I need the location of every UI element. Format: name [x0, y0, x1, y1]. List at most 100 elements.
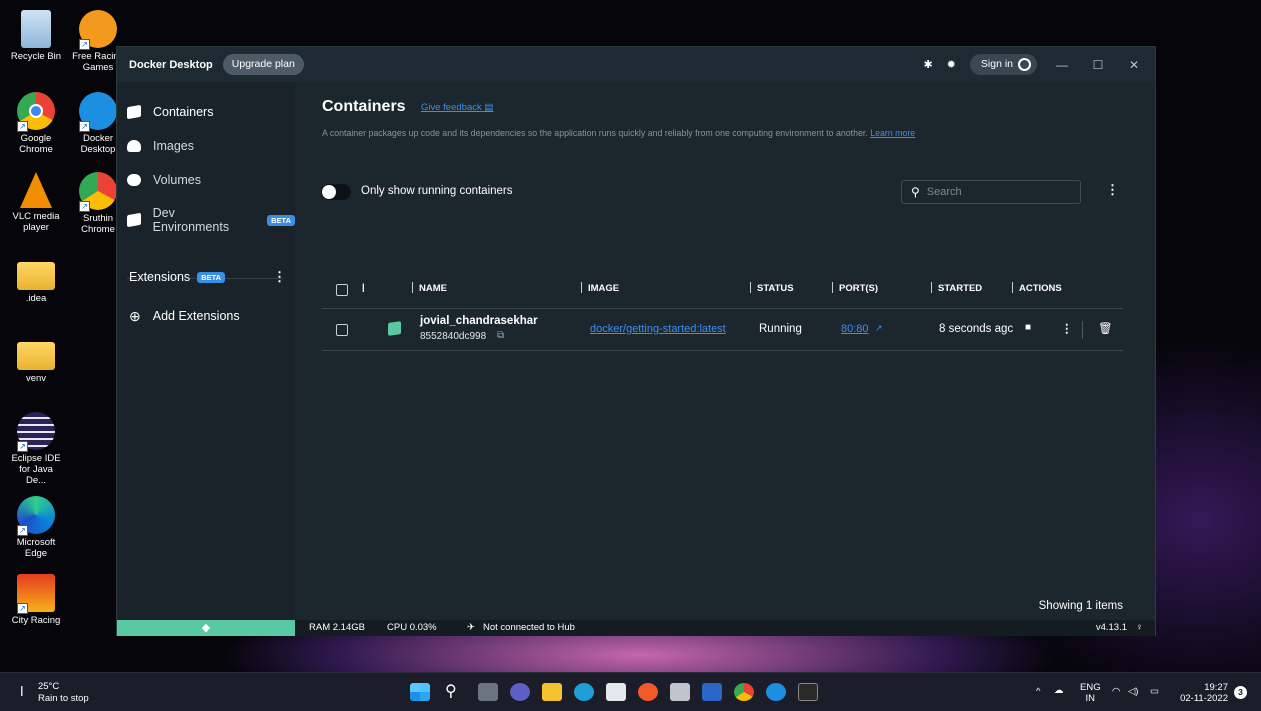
extensions-more-icon[interactable]: ⋮: [273, 269, 286, 285]
page-description: A container packages up code and its dep…: [322, 128, 915, 138]
trash-icon[interactable]: 🗑︎: [1098, 321, 1113, 335]
app-title: Docker Desktop: [129, 58, 213, 71]
running-only-toggle[interactable]: [321, 184, 351, 200]
amazon-icon[interactable]: [670, 683, 690, 701]
docker-whale-bar[interactable]: ◆: [117, 620, 295, 636]
desktop-icon-label: Eclipse IDE for Java De...: [11, 453, 61, 486]
task-view-icon[interactable]: [478, 683, 498, 701]
ram-usage: RAM 2.14GB: [309, 622, 365, 633]
sidebar-item-containers[interactable]: Containers: [127, 104, 214, 120]
plus-circle-icon: ⊕: [129, 308, 141, 324]
language-top: ENG: [1080, 682, 1101, 693]
desktop-icon-vlc[interactable]: VLC media player: [8, 172, 64, 233]
desktop-icon-google-chrome[interactable]: ↗ Google Chrome: [8, 92, 64, 155]
firefox-icon[interactable]: [638, 683, 658, 701]
edge-icon[interactable]: [574, 683, 594, 701]
gear-icon[interactable]: ✹: [947, 58, 956, 71]
start-button[interactable]: [410, 683, 430, 701]
sidebar-item-volumes[interactable]: Volumes: [127, 173, 201, 187]
close-button[interactable]: ✕: [1123, 58, 1145, 72]
container-port-link[interactable]: 80:80: [841, 323, 869, 335]
desktop-icon-recycle-bin[interactable]: Recycle Bin: [8, 10, 64, 62]
extensions-label: Extensions: [129, 270, 191, 284]
external-link-icon[interactable]: ↗: [875, 323, 883, 334]
upgrade-plan-button[interactable]: Upgrade plan: [222, 54, 304, 75]
status-bar: RAM 2.14GB CPU 0.03% ✈︎ Not connected to…: [295, 620, 1155, 636]
column-name[interactable]: NAME: [412, 282, 447, 294]
chevron-up-icon[interactable]: ^: [1036, 686, 1040, 697]
select-all-checkbox[interactable]: [336, 284, 348, 296]
desktop-icon-label: .idea: [25, 293, 47, 304]
sidebar-item-label: Dev Environments: [152, 206, 230, 234]
desktop-icon-label: Google Chrome: [19, 133, 53, 155]
learn-more-link[interactable]: Learn more: [870, 128, 915, 138]
column-ports[interactable]: PORT(S): [832, 282, 878, 294]
desktop-icon-eclipse[interactable]: ↗ Eclipse IDE for Java De...: [8, 412, 64, 486]
dev-environments-icon: [127, 212, 141, 228]
row-more-icon[interactable]: ⋮: [1061, 321, 1073, 335]
bug-icon[interactable]: ✱: [923, 58, 932, 71]
column-started[interactable]: STARTED: [931, 282, 982, 294]
column-image[interactable]: IMAGE: [581, 282, 619, 294]
container-name[interactable]: jovial_chandrasekhar: [420, 315, 538, 327]
copy-icon[interactable]: ⧉: [497, 330, 504, 341]
feedback-icon: ▤: [484, 102, 494, 113]
sidebar: Containers Images Volumes Dev Environmen…: [117, 82, 295, 620]
desktop-icon-city-racing[interactable]: ↗ City Racing: [8, 574, 64, 626]
feedback-bulb-icon[interactable]: ♀: [1136, 620, 1143, 636]
racing-games-icon: ↗: [79, 10, 117, 50]
taskbar: ǀ 25°C Rain to stop ⚲ ^ ☁ ENG IN ◠ ◁) ▭ …: [0, 672, 1261, 711]
chrome-icon: ↗: [79, 172, 117, 212]
cloud-icon[interactable]: ☁: [1054, 685, 1064, 696]
container-icon: [388, 321, 401, 336]
weather-icon: ǀ: [20, 683, 24, 699]
file-explorer-icon[interactable]: [542, 683, 562, 701]
volume-icon: [127, 174, 141, 186]
desktop-icon-venv-folder[interactable]: venv: [8, 336, 64, 384]
word-icon[interactable]: [702, 683, 722, 701]
terminal-icon[interactable]: [798, 683, 818, 701]
give-feedback-link[interactable]: Give feedback ▤: [421, 102, 493, 113]
row-checkbox[interactable]: [336, 324, 348, 336]
sidebar-item-label: Containers: [153, 105, 214, 119]
title-bar: Docker Desktop Upgrade plan ✱ ✹ Sign in …: [117, 47, 1155, 82]
give-feedback-label: Give feedback: [421, 102, 482, 113]
battery-icon[interactable]: ▭: [1150, 686, 1159, 697]
container-image-link[interactable]: docker/getting-started:latest: [590, 323, 726, 335]
add-extensions-button[interactable]: ⊕ Add Extensions: [129, 309, 240, 323]
volume-icon[interactable]: ◁): [1128, 686, 1138, 697]
weather-widget[interactable]: 25°C Rain to stop: [38, 681, 89, 705]
search-input[interactable]: ⚲ Search: [901, 180, 1081, 204]
sign-in-button[interactable]: Sign in: [969, 54, 1037, 75]
language-bottom: IN: [1085, 693, 1096, 704]
clock[interactable]: 19:27 02-11-2022: [1178, 682, 1228, 704]
minimize-button[interactable]: —: [1051, 58, 1073, 72]
beta-badge: BETA: [197, 271, 226, 283]
column-status[interactable]: STATUS: [750, 282, 794, 294]
cpu-usage: CPU 0.03%: [387, 622, 437, 633]
desktop-icon-edge[interactable]: ↗ Microsoft Edge: [8, 496, 64, 559]
chrome-icon[interactable]: [734, 683, 754, 701]
container-started: 8 seconds agc: [939, 323, 1014, 335]
docker-icon[interactable]: [766, 683, 786, 701]
time: 19:27: [1204, 682, 1228, 693]
header-separator: |: [362, 282, 365, 293]
vlc-icon: [20, 172, 52, 208]
desktop-icon-idea-folder[interactable]: .idea: [8, 256, 64, 304]
wifi-icon[interactable]: ◠: [1112, 686, 1120, 697]
recycle-bin-icon: [21, 10, 51, 48]
showing-count: Showing 1 items: [1038, 600, 1123, 612]
sidebar-item-dev-environments[interactable]: Dev Environments BETA: [127, 206, 295, 234]
table-row[interactable]: jovial_chandrasekhar 8552840dc998 ⧉ dock…: [322, 309, 1123, 351]
store-icon[interactable]: [606, 683, 626, 701]
maximize-button[interactable]: ☐: [1087, 58, 1109, 72]
search-icon[interactable]: ⚲: [445, 683, 465, 701]
teams-chat-icon[interactable]: [510, 683, 530, 701]
table-header: | NAME IMAGE STATUS PORT(S) STARTED ACTI…: [322, 272, 1123, 309]
notification-badge[interactable]: 3: [1234, 686, 1247, 699]
stop-icon[interactable]: ■: [1025, 322, 1031, 333]
language-indicator[interactable]: ENG IN: [1080, 682, 1101, 704]
desktop-icon-label: Recycle Bin: [10, 51, 62, 62]
sidebar-item-images[interactable]: Images: [127, 139, 194, 153]
table-more-icon[interactable]: ⋮: [1106, 182, 1119, 198]
